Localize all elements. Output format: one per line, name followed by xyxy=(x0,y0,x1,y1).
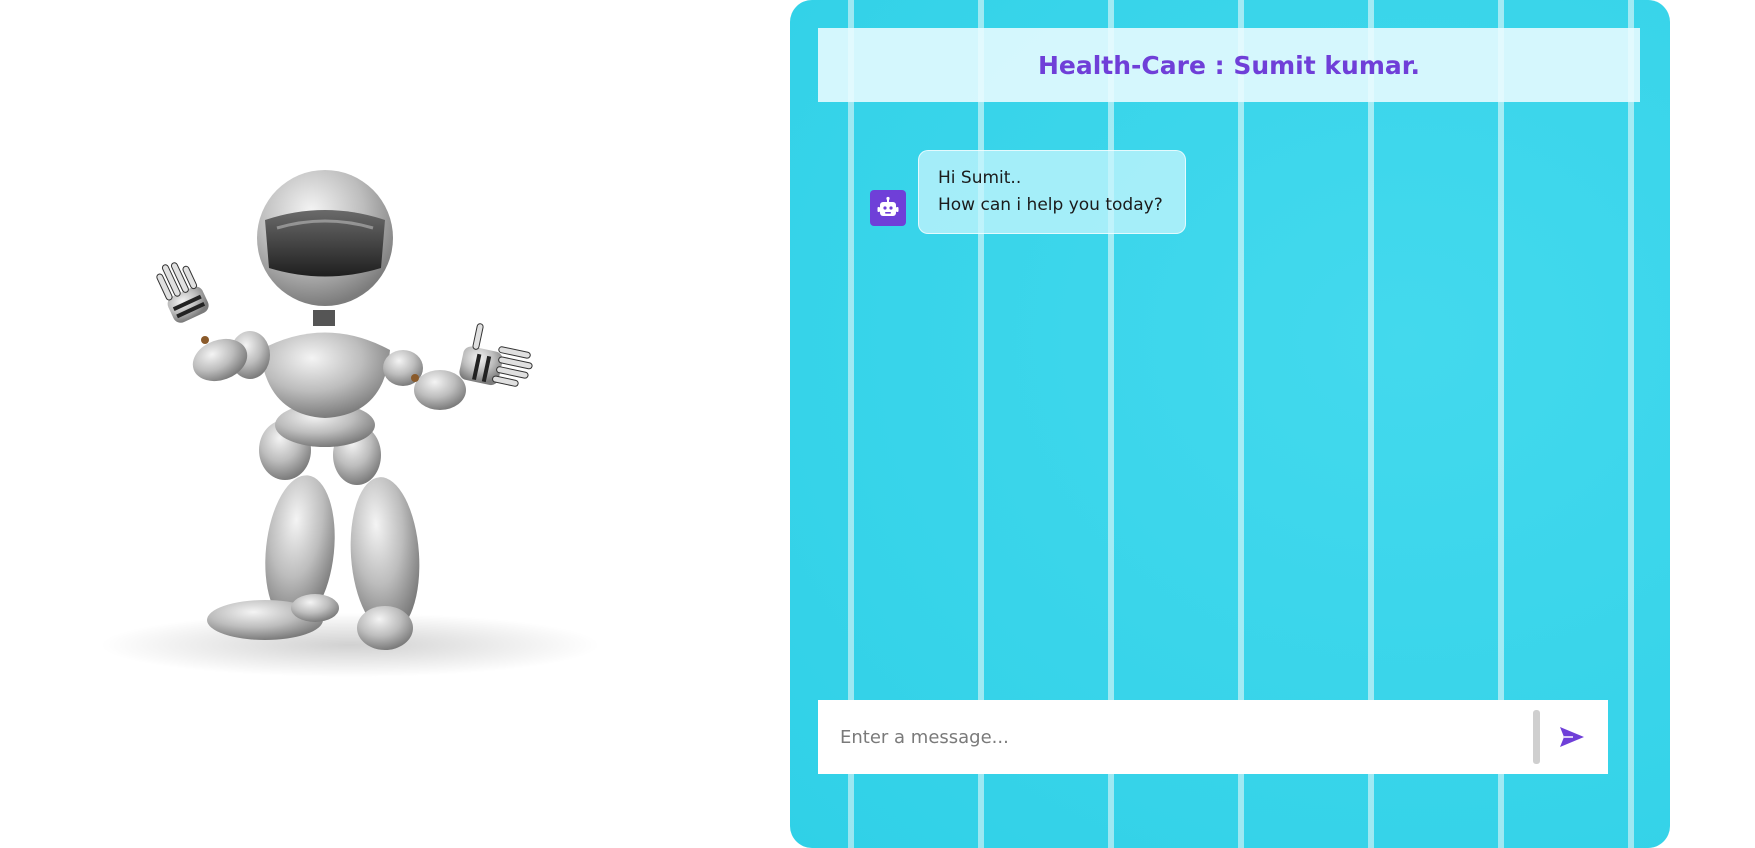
message-line: Hi Sumit.. xyxy=(938,168,1022,188)
chat-title: Health-Care : Sumit kumar. xyxy=(1037,50,1421,80)
input-divider xyxy=(1533,710,1540,764)
message-bubble: Hi Sumit.. How can i help you today? xyxy=(918,150,1186,234)
send-icon xyxy=(1560,727,1584,747)
robot-illustration xyxy=(85,150,615,680)
page: Health-Care : Sumit kumar. Hi Sumit.. Ho… xyxy=(0,0,1755,848)
send-button[interactable] xyxy=(1550,710,1594,764)
bot-message: Hi Sumit.. How can i help you today? xyxy=(870,150,1186,234)
message-input[interactable] xyxy=(818,699,1533,775)
chat-header: Health-Care : Sumit kumar. xyxy=(818,28,1640,102)
robot-icon xyxy=(870,190,906,226)
chat-panel: Health-Care : Sumit kumar. Hi Sumit.. Ho… xyxy=(790,0,1670,848)
message-composer xyxy=(818,699,1608,775)
message-line: How can i help you today? xyxy=(938,195,1163,215)
